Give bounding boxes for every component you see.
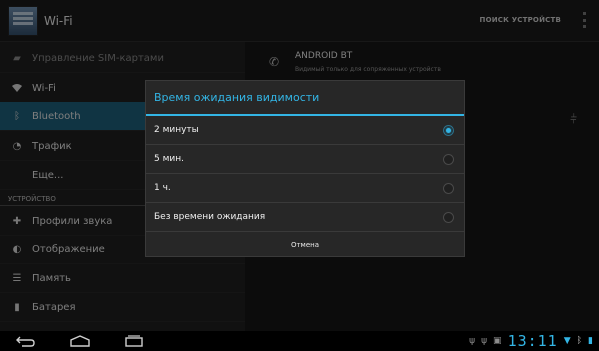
usb-icon: ψ [469,336,476,346]
radio-button[interactable] [443,211,454,223]
status-area[interactable]: ψ ψ ▣ 13:11 ▼ ᛒ ▮ [469,331,593,351]
timeout-option-never[interactable]: Без времени ожидания [146,203,464,232]
timeout-option-5-min[interactable]: 5 мин. [146,145,464,174]
system-navigation-bar: ψ ψ ▣ 13:11 ▼ ᛒ ▮ [0,331,599,351]
dialog-title: Время ожидания видимости [146,81,464,116]
cancel-button[interactable]: Отмена [146,232,464,258]
option-label: 5 мин. [154,154,184,164]
radio-button[interactable] [443,153,454,165]
option-label: Без времени ожидания [154,212,266,222]
option-label: 2 минуты [154,125,199,135]
recent-apps-icon[interactable] [114,331,154,351]
status-clock: 13:11 [507,332,558,350]
timeout-option-2-min[interactable]: 2 минуты [146,116,464,145]
home-icon[interactable] [60,331,100,351]
option-label: 1 ч. [154,183,171,193]
usb-debug-icon: ψ [481,336,488,346]
android-settings-screen: Wi-Fi ПОИСК УСТРОЙСТВ ▰ Управление SIM-к… [0,0,599,351]
visibility-timeout-dialog: Время ожидания видимости 2 минуты 5 мин.… [145,80,465,257]
bluetooth-status-icon: ᛒ [576,336,583,346]
back-icon[interactable] [6,331,46,351]
screenshot-icon: ▣ [493,336,502,346]
radio-button-checked[interactable] [443,124,454,136]
timeout-option-1-hour[interactable]: 1 ч. [146,174,464,203]
radio-button[interactable] [443,182,454,194]
wifi-signal-icon: ▼ [563,336,571,346]
battery-status-icon: ▮ [588,336,593,346]
